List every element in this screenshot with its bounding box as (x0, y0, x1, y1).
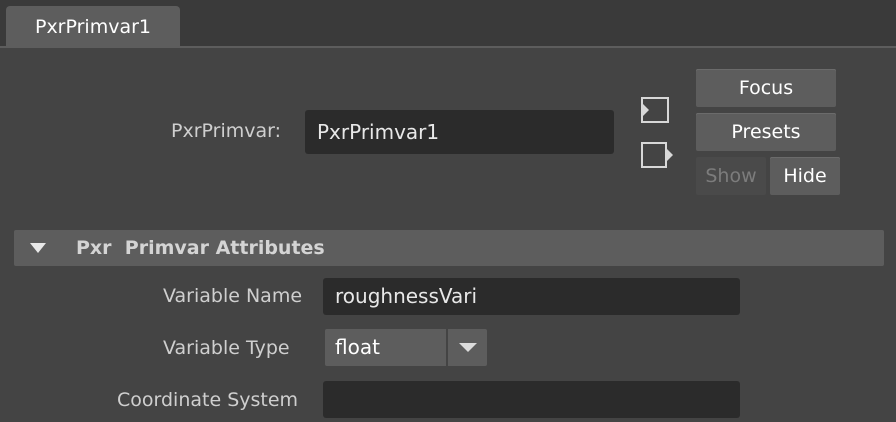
section-header-primvar-attributes[interactable]: Pxr Primvar Attributes (14, 230, 884, 266)
node-name-field[interactable]: PxrPrimvar1 (305, 110, 614, 154)
variable-type-dropdown[interactable]: float (325, 329, 487, 366)
variable-name-field[interactable]: roughnessVari (323, 278, 740, 315)
section-title: Pxr Primvar Attributes (76, 237, 325, 259)
coordinate-system-field[interactable] (323, 381, 740, 418)
coordinate-system-label: Coordinate System (117, 389, 299, 411)
node-name-label: PxrPrimvar: (171, 120, 282, 142)
hide-button[interactable]: Hide (770, 157, 840, 195)
variable-name-label: Variable Name (163, 285, 303, 307)
presets-button[interactable]: Presets (696, 113, 836, 151)
output-connection-icon[interactable] (639, 140, 675, 170)
attribute-editor: PxrPrimvar1 PxrPrimvar: PxrPrimvar1 Focu… (0, 0, 896, 422)
dropdown-separator (446, 329, 448, 366)
variable-type-label: Variable Type (163, 337, 290, 359)
variable-type-value: float (335, 335, 380, 359)
input-connection-icon[interactable] (639, 95, 671, 125)
tab-pxrprimvar1[interactable]: PxrPrimvar1 (6, 6, 180, 48)
focus-button[interactable]: Focus (696, 69, 836, 107)
chevron-down-icon (459, 343, 477, 352)
show-button[interactable]: Show (696, 157, 766, 195)
tab-bar: PxrPrimvar1 (0, 0, 896, 48)
triangle-down-icon (30, 243, 46, 253)
